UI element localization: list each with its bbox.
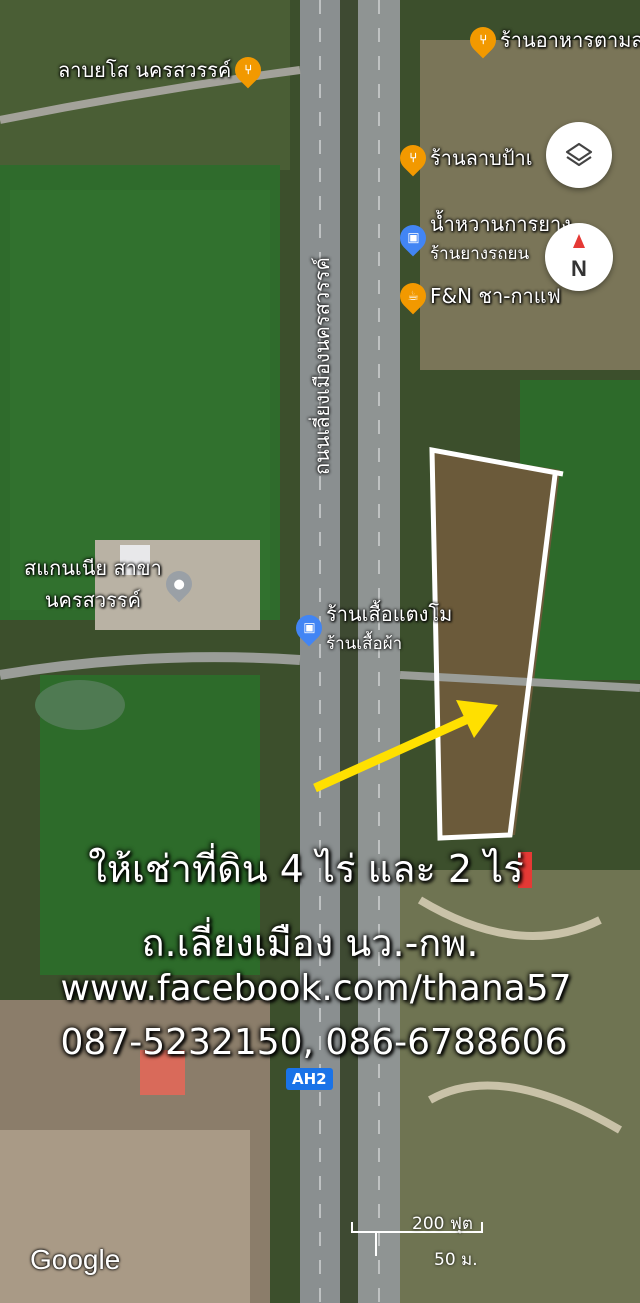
poi-restaurant-top[interactable]: ⑂ ร้านอาหารตามส [464, 21, 640, 59]
bare-land-top-right [420, 40, 640, 370]
pond [35, 680, 125, 730]
highway-shield: AH2 [286, 1068, 333, 1090]
overlay-line-phone: 087-5232150, 086-6788606 [60, 1022, 568, 1063]
map-pin-icon: ● [160, 565, 198, 603]
coffee-cup-icon: ☕ [394, 277, 432, 315]
poi-name: ร้านเสื้อแตงโม [326, 602, 453, 626]
bare-plot-bottom [0, 1130, 250, 1303]
poi-laab-yoso[interactable]: ⑂ ลาบยโส นครสวรรค์ [58, 51, 267, 89]
poi-name: น้ำหวานการยาง [430, 212, 572, 236]
compass-letter: N [571, 256, 587, 281]
overlay-line-rent: ให้เช่าที่ดิน 4 ไร่ และ 2 ไร่ [88, 847, 524, 891]
layers-icon [565, 142, 593, 167]
poi-shirt-shop[interactable]: ▣ ร้านเสื้อแตงโม ร้านเสื้อผ้า [290, 598, 453, 657]
fork-knife-icon: ⑂ [229, 51, 267, 89]
poi-sub: ร้านเสื้อผ้า [326, 634, 403, 654]
poi-laab-pa[interactable]: ⑂ ร้านลาบป้าเ [394, 139, 533, 177]
compass-button[interactable]: N [545, 223, 613, 291]
layers-button[interactable] [546, 122, 612, 188]
scale-label-meters: 50 ม. [434, 1250, 478, 1270]
poi-scania[interactable]: ● สแกนเนีย สาขา นครสวรรค์ [24, 552, 198, 616]
poi-name: สแกนเนีย สาขา [24, 556, 162, 580]
poi-name: ร้านอาหารตามส [500, 28, 640, 52]
poi-name: ลาบยโส นครสวรรค์ [58, 58, 232, 82]
shopping-bag-icon: ▣ [394, 219, 432, 256]
poi-fn-cafe[interactable]: ☕ F&N ชา-กาแฟ [394, 277, 561, 315]
google-logo: Google [30, 1244, 121, 1275]
poi-name: F&N ชา-กาแฟ [430, 284, 561, 308]
compass-icon: N [571, 234, 587, 281]
overlay-line-facebook: www.facebook.com/thana57 [60, 968, 572, 1009]
scale-label-feet: 200 ฟุต [412, 1214, 473, 1234]
fork-knife-icon: ⑂ [394, 139, 432, 177]
shopping-bag-icon: ▣ [290, 609, 328, 646]
road-label: ถนนเลี่ยงเมืองนครสวรรค์ [310, 257, 334, 475]
poi-name: ร้านลาบป้าเ [430, 146, 533, 170]
overlay-line-road: ถ.เลี่ยงเมือง นว.-กพ. [141, 921, 479, 965]
fork-knife-icon: ⑂ [464, 21, 502, 59]
poi-sub: นครสวรรค์ [44, 588, 141, 612]
